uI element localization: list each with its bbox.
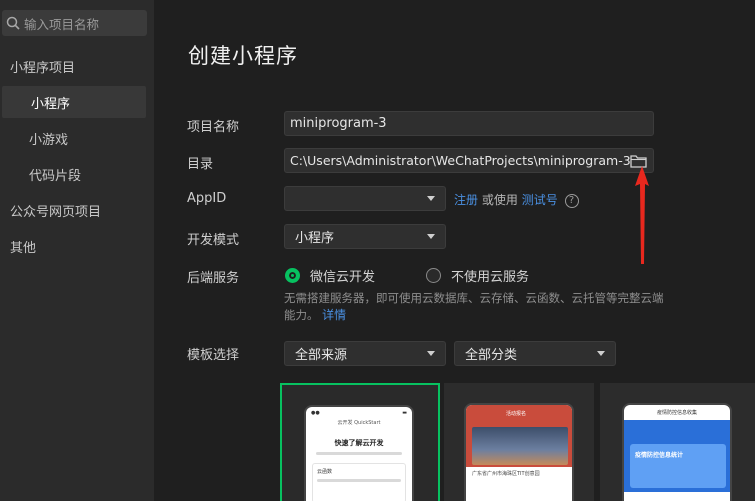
preview-title: 活动报名 xyxy=(506,411,527,417)
backend-description: 无需搭建服务器，即可使用云数据库、云存储、云函数、云托管等完整云端能力。 详情 xyxy=(284,290,674,324)
dev-mode-label: 开发模式 xyxy=(187,233,240,248)
directory-path: C:\Users\Administrator\WeChatProjects\mi… xyxy=(290,153,631,168)
create-miniprogram-window: 输入项目名称 小程序项目 小程序 小游戏 代码片段 公众号网页项目 其他 创建小… xyxy=(0,0,755,501)
preview-banner: 活动报名 xyxy=(466,405,572,467)
chevron-down-icon xyxy=(427,234,435,239)
or-use-text: 或使用 xyxy=(481,193,518,207)
preview-card: 疫情防控信息统计 xyxy=(630,444,726,488)
project-name-input[interactable]: miniprogram-3 xyxy=(284,111,654,136)
page-title: 创建小程序 xyxy=(188,44,298,68)
sidebar-item-miniprogram[interactable]: 小程序 xyxy=(2,86,146,118)
directory-input[interactable]: C:\Users\Administrator\WeChatProjects\mi… xyxy=(284,148,654,173)
radio-cloud-dev-label: 微信云开发 xyxy=(310,270,376,285)
template-category-value: 全部分类 xyxy=(465,348,518,363)
preview-header: 云开发 QuickStart xyxy=(337,420,381,426)
appid-select[interactable] xyxy=(284,186,446,211)
help-icon[interactable]: ? xyxy=(564,193,579,208)
register-link[interactable]: 注册 xyxy=(454,193,478,207)
directory-label: 目录 xyxy=(187,157,214,172)
sidebar-item-miniprogram-projects[interactable]: 小程序项目 xyxy=(0,50,154,82)
search-input[interactable]: 输入项目名称 xyxy=(2,10,147,36)
red-arrow-annotation xyxy=(635,166,649,264)
template-preview: 疫情防控信息收集 疫情防控信息统计 xyxy=(622,403,732,501)
template-preview: 活动报名 广东省广州市海珠区TIT创意园 xyxy=(464,403,574,501)
template-card-cloud-quickstart[interactable]: ●● ▬ 云开发 QuickStart 快速了解云开发 云函数 xyxy=(280,383,440,501)
chevron-down-icon xyxy=(427,351,435,356)
radio-no-cloud[interactable]: 不使用云服务 xyxy=(426,266,529,285)
appid-links: 注册 或使用 测试号 ? xyxy=(454,191,579,208)
preview-title: 疫情防控信息统计 xyxy=(635,452,684,459)
template-card-event-signup[interactable]: 活动报名 广东省广州市海珠区TIT创意园 xyxy=(444,383,594,501)
sidebar-item-minigame[interactable]: 小游戏 xyxy=(0,122,154,154)
template-label: 模板选择 xyxy=(187,348,240,363)
radio-no-cloud-label: 不使用云服务 xyxy=(451,270,530,285)
dev-mode-value: 小程序 xyxy=(295,231,335,246)
search-placeholder: 输入项目名称 xyxy=(24,16,100,32)
preview-card: 云函数 xyxy=(312,463,406,501)
backend-label: 后端服务 xyxy=(187,271,240,286)
main-panel: 创建小程序 项目名称 miniprogram-3 目录 C:\Users\Adm… xyxy=(154,0,755,501)
template-source-select[interactable]: 全部来源 xyxy=(284,341,446,366)
dev-mode-select[interactable]: 小程序 xyxy=(284,224,446,249)
chevron-down-icon xyxy=(597,351,605,356)
preview-title: 快速了解云开发 xyxy=(334,439,384,447)
test-account-link[interactable]: 测试号 xyxy=(522,193,558,207)
preview-caption: 广东省广州市海珠区TIT创意园 xyxy=(472,471,540,477)
template-card-epidemic-info[interactable]: 疫情防控信息收集 疫情防控信息统计 xyxy=(600,383,755,501)
template-preview: ●● ▬ 云开发 QuickStart 快速了解云开发 云函数 xyxy=(304,405,414,501)
preview-photo xyxy=(472,427,568,465)
sidebar-item-other[interactable]: 其他 xyxy=(0,230,154,262)
radio-cloud-dev[interactable]: 微信云开发 xyxy=(285,266,375,285)
search-icon xyxy=(2,10,24,36)
radio-unchecked-icon xyxy=(426,268,441,283)
template-category-select[interactable]: 全部分类 xyxy=(454,341,616,366)
template-source-value: 全部来源 xyxy=(295,348,348,363)
chevron-down-icon xyxy=(427,196,435,201)
preview-line xyxy=(317,479,401,482)
appid-label: AppID xyxy=(187,191,227,206)
project-name-label: 项目名称 xyxy=(187,120,240,135)
sidebar-item-official-account-web[interactable]: 公众号网页项目 xyxy=(0,194,154,226)
preview-card-title: 云函数 xyxy=(317,469,333,475)
details-link[interactable]: 详情 xyxy=(322,308,346,322)
sidebar-item-code-snippet[interactable]: 代码片段 xyxy=(0,158,154,190)
phone-status-bar: ●● ▬ xyxy=(311,410,407,416)
preview-header: 疫情防控信息收集 xyxy=(656,410,697,416)
radio-checked-icon xyxy=(285,268,300,283)
sidebar: 输入项目名称 小程序项目 小程序 小游戏 代码片段 公众号网页项目 其他 xyxy=(0,0,154,501)
preview-line xyxy=(316,452,402,455)
preview-banner: 疫情防控信息统计 xyxy=(624,420,730,492)
